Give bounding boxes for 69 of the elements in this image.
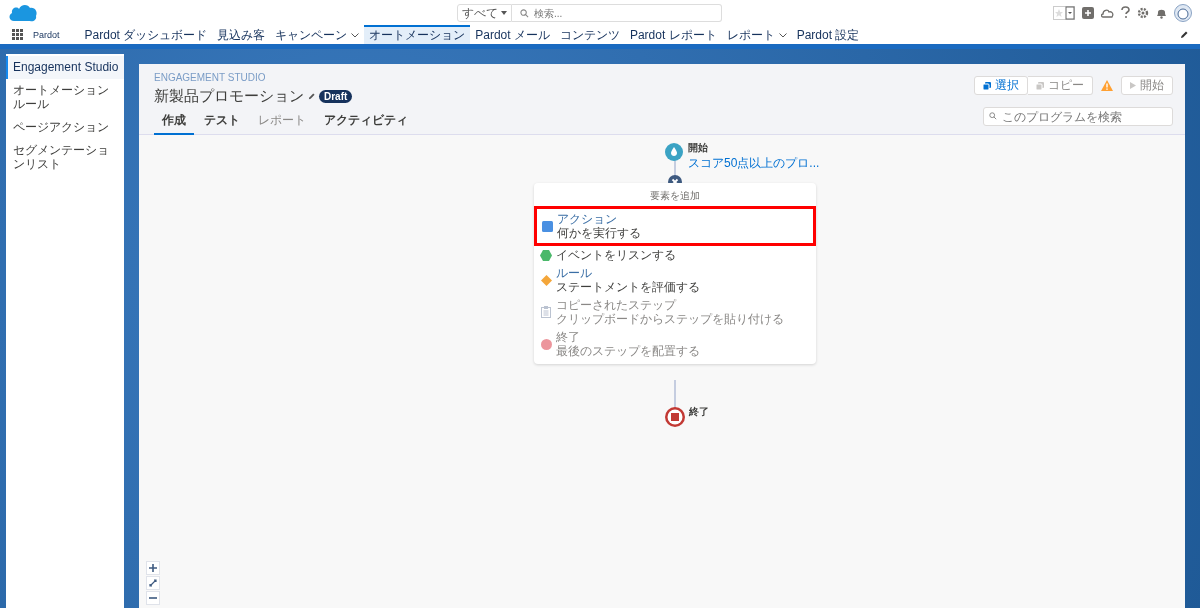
chevron-down-icon [351,33,360,38]
edit-pencil-icon[interactable] [308,93,315,100]
program-title: 新製品プロモーション [154,87,304,106]
node-title: 開始 [688,141,709,155]
nav-tab[interactable]: キャンペーン [270,25,365,44]
hexagon-icon [540,249,552,261]
app-name: Pardot [33,29,60,40]
clipboard-icon [540,306,552,318]
scope-dropdown[interactable]: すべて [457,4,512,22]
node-title: 終了 [689,405,709,419]
copy-icon [983,81,991,90]
nav-tab[interactable]: 見込み客 [212,25,271,44]
help-icon[interactable] [1121,6,1130,19]
chevron-down-icon [778,33,787,38]
sidebar-item[interactable]: オートメーションルール [6,79,124,116]
nav-tab[interactable]: Pardot レポート [624,25,722,44]
app-launcher-icon[interactable] [12,29,23,40]
caret-icon [501,11,507,15]
program-tab[interactable]: テスト [196,109,248,135]
option-description: 最後のステップを配置する [556,344,700,358]
menu-option[interactable]: ルール ステートメントを評価する [534,264,816,296]
zoom-out-icon[interactable] [146,591,160,605]
nav-tab[interactable]: Pardot 設定 [791,25,865,44]
menu-option[interactable]: アクション 何かを実行する [534,206,816,246]
start-node-icon[interactable] [665,143,683,161]
program-tab[interactable]: 作成 [154,109,194,135]
toolbar-button[interactable]: 選択 [974,76,1028,95]
square-icon [541,220,553,232]
option-title: 終了 [556,330,581,344]
cloud-logo [8,2,38,23]
fit-view-icon[interactable] [146,576,160,590]
play-icon [1130,82,1136,89]
option-description: クリップボードからステップを貼り付ける [556,312,784,326]
eyebrow-label: ENGAGEMENT STUDIO [154,72,267,83]
zoom-in-icon[interactable] [146,561,160,575]
status-badge: Draft [319,90,353,103]
nav-tab[interactable]: Pardot メール [470,25,555,44]
edit-pencil-icon[interactable] [1180,30,1188,39]
settings-icon[interactable] [1137,6,1149,19]
sidebar-item[interactable]: Engagement Studio [6,56,124,79]
option-title: アクション [557,212,618,226]
program-tab[interactable]: アクティビティ [316,109,416,135]
menu-option[interactable]: イベントをリスンする [534,246,816,264]
sidebar-item[interactable]: ページアクション [6,116,124,139]
copy-icon [1036,81,1044,90]
connector-line [674,380,676,410]
search-icon [520,9,529,18]
sidebar-item[interactable]: セグメンテーションリスト [6,139,124,176]
option-title: コピーされたステップ [556,298,678,312]
option-title: ルール [556,266,593,280]
warning-icon [1101,80,1113,91]
option-description: イベントをリスンする [556,248,676,262]
menu-heading: 要素を追加 [649,189,701,203]
diamond-icon [540,274,552,286]
nav-tab[interactable]: オートメーション [364,25,471,44]
avatar-icon[interactable] [1174,3,1192,22]
nav-tab[interactable]: Pardot ダッシュボード [79,25,213,44]
circle-icon [540,338,552,350]
add-icon[interactable] [1082,6,1094,19]
program-search-field[interactable]: このプログラムを検索 [983,107,1173,126]
nav-tab[interactable]: コンテンツ [554,25,625,44]
nav-tab[interactable]: レポート [721,25,792,44]
option-description: 何かを実行する [557,226,641,240]
search-icon [989,112,997,120]
end-node-icon[interactable] [665,407,685,427]
option-description: ステートメントを評価する [556,280,700,294]
favorites-icon[interactable] [1053,5,1075,20]
search-field[interactable]: 検索... [512,4,722,22]
node-subtitle[interactable]: スコア50点以上のプロ... [688,155,820,172]
